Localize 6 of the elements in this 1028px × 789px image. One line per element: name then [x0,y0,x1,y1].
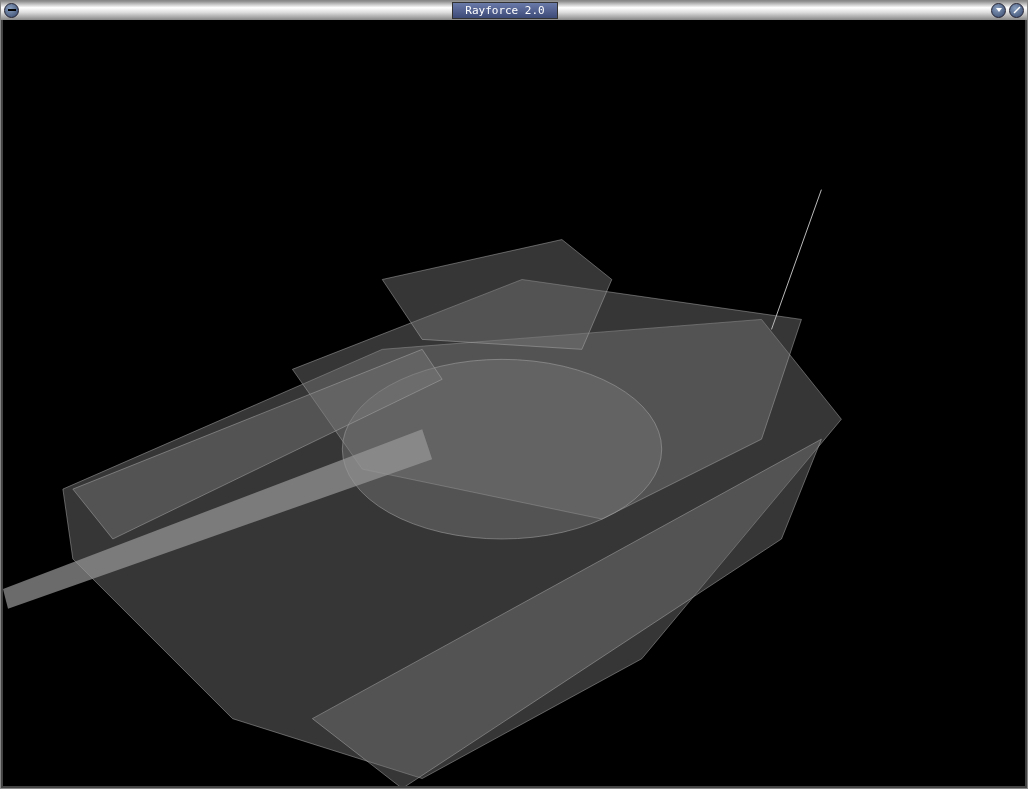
window-title: Rayforce 2.0 [452,1,558,19]
maximize-button[interactable] [1009,2,1024,18]
shade-button[interactable] [991,2,1006,18]
minus-icon [7,9,16,12]
diagonal-line-icon [1011,5,1022,16]
minimize-button[interactable] [4,2,19,18]
